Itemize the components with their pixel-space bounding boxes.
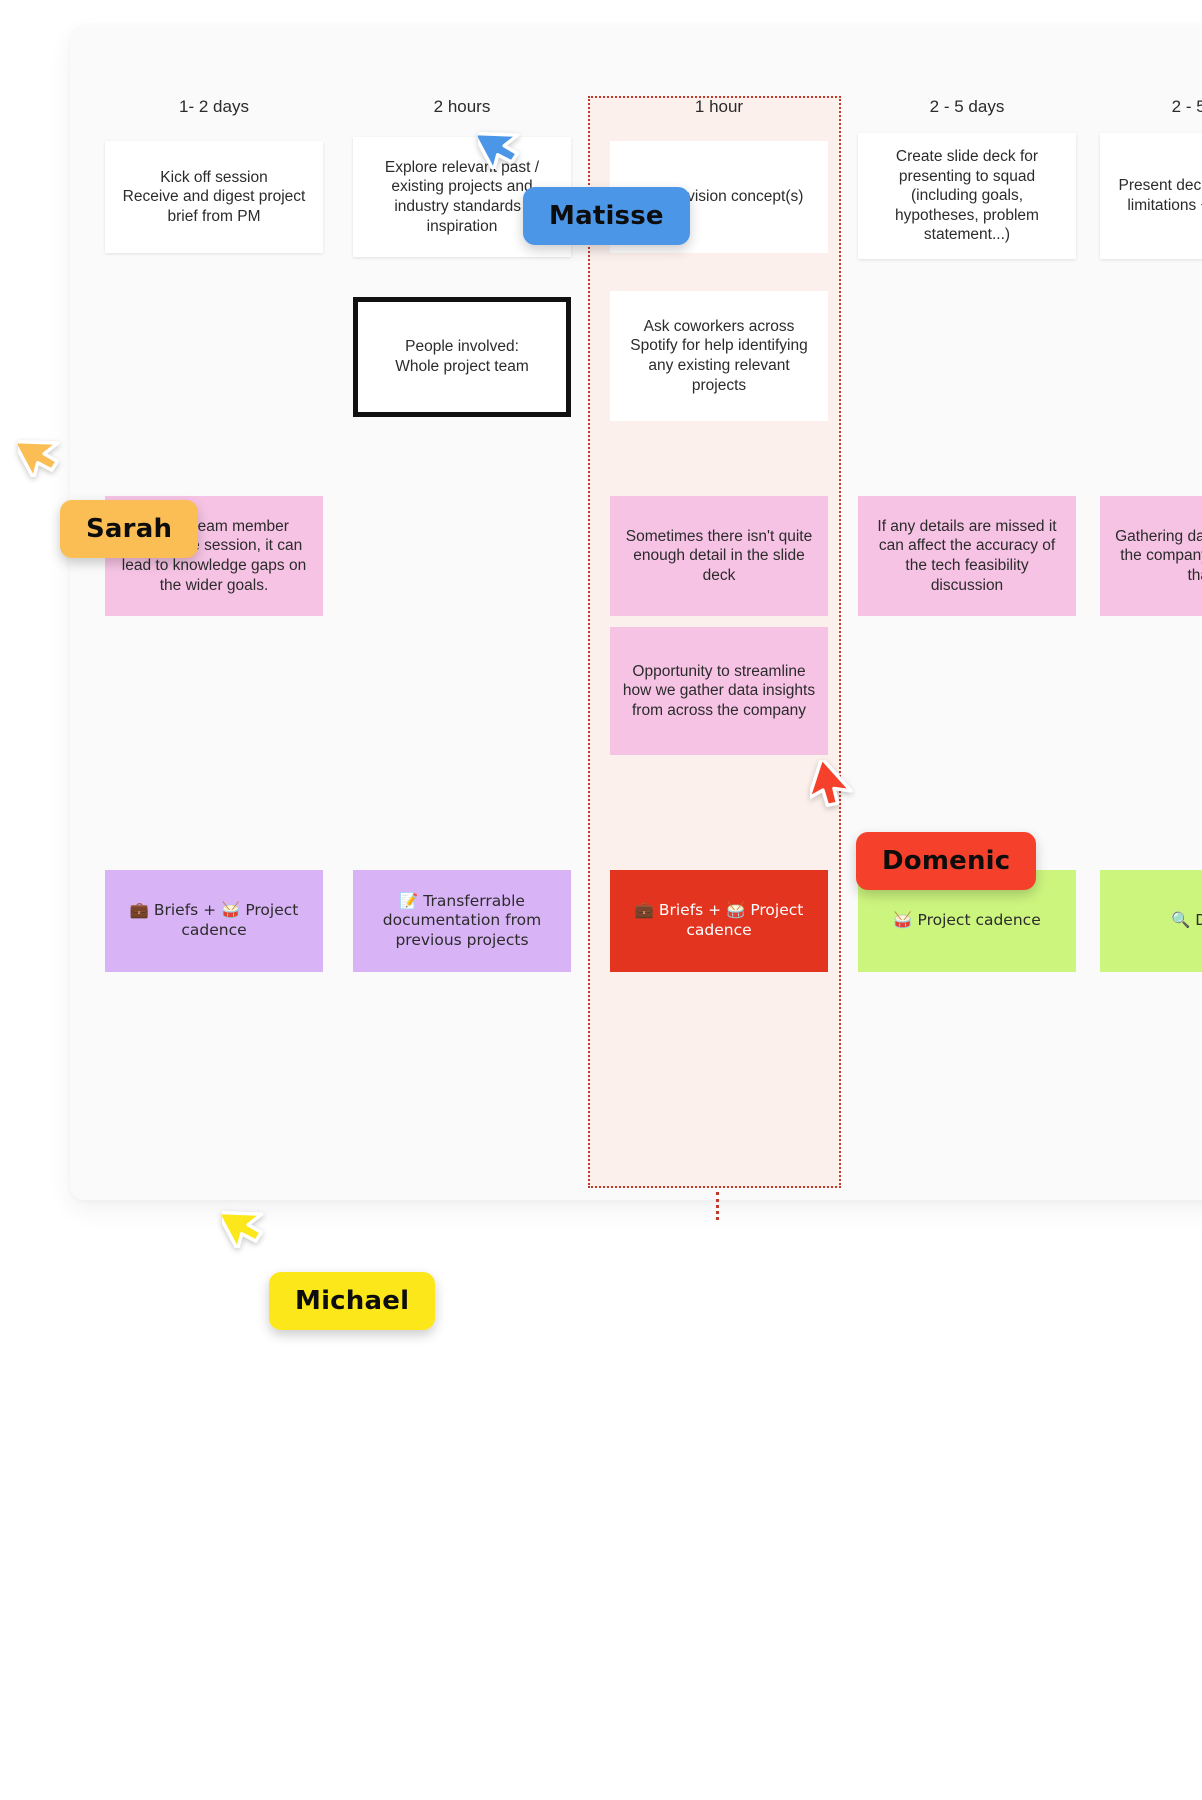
artifact-note[interactable]: 🔍 Data... [1100, 870, 1202, 972]
collaborator-tag-sarah[interactable]: Sarah [60, 500, 199, 558]
collaborator-tag-matisse[interactable]: Matisse [523, 187, 690, 245]
column-duration-label: 2 - 5 days [1171, 97, 1202, 116]
task-card[interactable]: Create slide deck for presenting to squa… [858, 133, 1076, 259]
column-duration-label: 1- 2 days [179, 97, 249, 116]
collaborator-name: Michael [295, 1286, 410, 1316]
pain-point-note[interactable]: Sometimes there isn't quite enough detai… [610, 496, 828, 616]
artifact-note-selected[interactable]: 💼 Briefs + 🥁 Project cadence [610, 870, 828, 972]
selected-column-connector [716, 1192, 719, 1220]
opportunity-note[interactable]: Opportunity to streamline how we gather … [610, 627, 828, 755]
pointer-cursor-michael-icon [222, 1198, 268, 1248]
column-explore: 2 hours [353, 96, 571, 118]
pain-point-note[interactable]: If any details are missed it can affect … [858, 496, 1076, 616]
people-involved-card[interactable]: People involved: Whole project team [353, 297, 571, 417]
pointer-cursor-domenic-icon [810, 760, 856, 810]
artifact-note[interactable]: 📝 Transferrable documentation from previ… [353, 870, 571, 972]
collaborator-tag-michael[interactable]: Michael [269, 1272, 436, 1330]
artifact-note[interactable]: 💼 Briefs + 🥁 Project cadence [105, 870, 323, 972]
task-card-secondary[interactable]: Ask coworkers across Spotify for help id… [610, 291, 828, 421]
whiteboard-stage: 1- 2 days Kick off session Receive and d… [0, 0, 1202, 1800]
column-duration-label: 2 - 5 days [929, 97, 1005, 116]
column-slide-deck: 2 - 5 days [858, 96, 1076, 118]
column-design-vision: 1 hour [610, 96, 828, 118]
column-present: 2 - 5 days [1100, 96, 1202, 118]
collaborator-name: Matisse [549, 201, 664, 231]
column-duration-label: 1 hour [694, 97, 744, 116]
pain-point-note[interactable]: Gathering data from across the company t… [1100, 496, 1202, 616]
collaborator-name: Sarah [86, 514, 173, 544]
pointer-cursor-matisse-icon [478, 119, 524, 169]
pointer-cursor-sarah-icon [18, 427, 64, 477]
task-card[interactable]: Kick off session Receive and digest proj… [105, 141, 323, 253]
collaborator-name: Domenic [882, 846, 1011, 876]
column-kickoff: 1- 2 days [105, 96, 323, 118]
task-card[interactable]: Present deck, assess tech limitations + … [1100, 133, 1202, 259]
collaborator-tag-domenic[interactable]: Domenic [856, 832, 1037, 890]
column-duration-label: 2 hours [433, 97, 491, 116]
